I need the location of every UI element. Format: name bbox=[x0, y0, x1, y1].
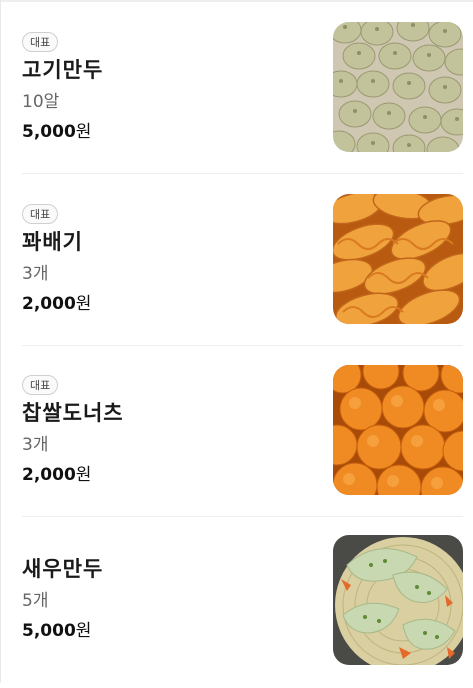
menu-item-name: 찹쌀도너츠 bbox=[22, 401, 124, 425]
menu-item-name: 꽈배기 bbox=[22, 230, 83, 254]
price-value: 5,000 bbox=[22, 122, 76, 142]
price-value: 2,000 bbox=[22, 465, 76, 485]
rice-donut-photo[interactable] bbox=[333, 365, 463, 495]
shrimp-dumpling-photo[interactable] bbox=[333, 535, 463, 665]
menu-item-price: 2,000원 bbox=[22, 292, 91, 316]
menu-item-description: 10알 bbox=[22, 92, 60, 112]
price-unit: 원 bbox=[75, 294, 92, 314]
menu-item[interactable]: 새우만두 5개 5,000원 bbox=[22, 516, 463, 688]
menu-item-name: 새우만두 bbox=[22, 557, 104, 581]
twisted-donut-image bbox=[333, 194, 463, 324]
menu-item-name: 고기만두 bbox=[22, 58, 104, 82]
dumplings-photo[interactable] bbox=[333, 22, 463, 152]
rice-donut-image bbox=[333, 365, 463, 495]
twisted-donut-photo[interactable] bbox=[333, 194, 463, 324]
menu-item[interactable]: 대표 고기만두 10알 5,000원 bbox=[22, 2, 463, 174]
shrimp-dumpling-image bbox=[333, 535, 463, 665]
price-value: 2,000 bbox=[22, 294, 76, 314]
left-border bbox=[0, 0, 1, 683]
signature-badge: 대표 bbox=[22, 32, 59, 52]
menu-item[interactable]: 대표 꽈배기 3개 2,000원 bbox=[22, 174, 463, 346]
menu-item-price: 2,000원 bbox=[22, 463, 91, 487]
menu-item-description: 3개 bbox=[22, 435, 49, 455]
menu-item[interactable]: 대표 찹쌀도너츠 3개 2,000원 bbox=[22, 345, 463, 517]
dumplings-image bbox=[333, 22, 463, 152]
price-unit: 원 bbox=[75, 122, 92, 142]
signature-badge: 대표 bbox=[22, 375, 59, 395]
menu-item-description: 3개 bbox=[22, 264, 49, 284]
price-unit: 원 bbox=[75, 621, 92, 641]
menu-item-price: 5,000원 bbox=[22, 120, 91, 144]
price-unit: 원 bbox=[75, 465, 92, 485]
signature-badge: 대표 bbox=[22, 204, 59, 224]
menu-item-price: 5,000원 bbox=[22, 619, 91, 643]
price-value: 5,000 bbox=[22, 621, 76, 641]
menu-item-description: 5개 bbox=[22, 591, 49, 611]
